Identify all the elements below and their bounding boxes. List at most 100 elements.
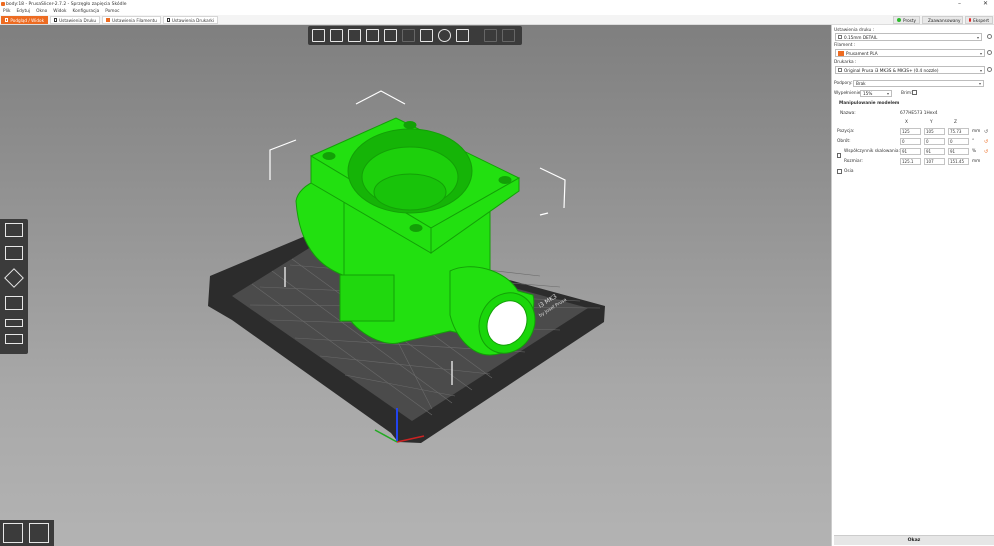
tab-bar: Podgląd / Widok Ustawienia Druku Ustawie…	[0, 15, 994, 25]
axis-z-label: Z	[954, 120, 957, 125]
arrange-icon[interactable]	[366, 29, 379, 42]
rotation-label: Obrót:	[837, 139, 851, 144]
settings-gear-icon[interactable]	[987, 50, 992, 55]
3d-view-icon[interactable]	[3, 523, 23, 543]
mode-expert-button[interactable]: Ekspert	[965, 16, 993, 24]
settings-gear-icon[interactable]	[987, 34, 992, 39]
tab-print-settings[interactable]: Ustawienia Druku	[50, 16, 100, 24]
top-toolbar	[308, 26, 522, 45]
delete-icon[interactable]	[330, 29, 343, 42]
mode-dot-icon	[969, 18, 972, 22]
chevron-down-icon: ▾	[976, 34, 979, 40]
position-z-input[interactable]: 75.73	[948, 128, 969, 135]
chevron-down-icon: ▾	[978, 81, 981, 86]
brim-label: Brim:	[901, 91, 913, 96]
tab-printer-settings[interactable]: Ustawienia Drukarki	[163, 16, 218, 24]
move-icon[interactable]	[5, 223, 23, 237]
printer-icon	[838, 68, 842, 72]
object-manipulation-title: Manipulowanie modelem	[839, 101, 900, 106]
size-y-input[interactable]: 107	[924, 158, 945, 165]
copy-icon[interactable]	[384, 29, 397, 42]
menu-window[interactable]: Okno	[36, 9, 47, 14]
printer-profile-select[interactable]: Original Prusa i3 MK3S & MK3S+ (0.4 nozz…	[835, 66, 985, 74]
size-x-input[interactable]: 125.1	[900, 158, 921, 165]
reset-icon[interactable]: ↺	[984, 129, 988, 135]
add-instance-icon[interactable]	[420, 29, 433, 42]
rotation-x-input[interactable]: 0	[900, 138, 921, 145]
object-name-value: 677HE573 1Hex4	[900, 111, 938, 116]
undo-icon[interactable]	[484, 29, 497, 42]
print-profile-select[interactable]: 0.15mm DETAIL ▾	[835, 33, 982, 41]
plater-icon	[5, 18, 9, 22]
chevron-down-icon: ▾	[979, 67, 982, 73]
filament-color-swatch[interactable]	[838, 50, 844, 56]
left-toolbar	[0, 219, 28, 354]
scale-x-input[interactable]: 91	[900, 148, 921, 155]
menu-view[interactable]: Widok	[53, 9, 66, 14]
add-object-icon[interactable]	[312, 29, 325, 42]
spool-icon	[106, 18, 110, 22]
supports-select[interactable]: Brak ▾	[853, 80, 984, 87]
gear-icon	[54, 18, 58, 22]
size-label: Rozmiar:	[844, 159, 863, 164]
rotation-z-input[interactable]: 0	[948, 138, 969, 145]
window-title: body:18 - PrusaSlicer-2.7.2 - Sprzęgło z…	[6, 1, 127, 7]
title-bar: body:18 - PrusaSlicer-2.7.2 - Sprzęgło z…	[0, 0, 994, 8]
axis-y-label: Y	[930, 120, 933, 125]
layers-icon[interactable]	[456, 29, 469, 42]
menu-configuration[interactable]: Konfiguracja	[73, 9, 100, 14]
paste-icon[interactable]	[402, 29, 415, 42]
slice-now-button[interactable]: Okaz	[834, 535, 994, 545]
filament-label: Filament :	[834, 43, 856, 48]
position-label: Pozycja:	[837, 129, 855, 134]
profile-icon	[838, 35, 842, 39]
object-name-label: Nazwa:	[840, 111, 856, 116]
printer-label: Drukarka :	[834, 60, 857, 65]
mode-advanced-button[interactable]: Zaawansowany	[922, 16, 963, 24]
mode-dot-icon	[897, 18, 901, 22]
scale-icon[interactable]	[5, 246, 23, 260]
place-on-face-icon[interactable]	[5, 296, 23, 310]
scale-y-input[interactable]: 91	[924, 148, 945, 155]
rotate-icon[interactable]	[4, 268, 24, 288]
filament-profile-select[interactable]: Prusament PLA ▾	[835, 49, 985, 57]
cut-icon[interactable]	[5, 319, 23, 327]
size-unit: mm	[972, 159, 981, 164]
reset-scale-icon[interactable]: ↺	[984, 149, 988, 155]
menu-file[interactable]: Plik	[3, 9, 10, 14]
menu-help[interactable]: Pomoc	[105, 9, 119, 14]
scale-unit: %	[972, 149, 977, 154]
search-icon[interactable]	[438, 29, 451, 42]
app-icon	[1, 1, 5, 6]
3d-viewport[interactable]: i3 MK3 by Josef Prusa	[0, 25, 831, 546]
infill-select[interactable]: 15% ▾	[860, 90, 892, 97]
position-y-input[interactable]: 105	[924, 128, 945, 135]
delete-all-icon[interactable]	[348, 29, 361, 42]
scale-z-input[interactable]: 91	[948, 148, 969, 155]
drop-checkbox[interactable]	[837, 169, 842, 174]
settings-gear-icon[interactable]	[987, 67, 992, 72]
axis-x-label: X	[905, 120, 908, 125]
tab-plater[interactable]: Podgląd / Widok	[1, 16, 48, 24]
reset-rotation-icon[interactable]: ↺	[984, 139, 988, 145]
supports-label: Podpory:	[834, 81, 853, 86]
tab-filament-settings[interactable]: Ustawienia Filamentu	[102, 16, 161, 24]
preview-layers-icon[interactable]	[29, 523, 49, 543]
brim-checkbox[interactable]	[912, 90, 917, 95]
infill-label: Wypełnienie:	[834, 91, 862, 96]
settings-sidebar: Ustawienia druku : 0.15mm DETAIL ▾ Filam…	[831, 25, 994, 546]
mode-simple-button[interactable]: Prosty	[893, 16, 920, 24]
lock-icon[interactable]	[837, 153, 841, 158]
menu-edit[interactable]: Edytuj	[16, 9, 30, 14]
rotation-y-input[interactable]: 0	[924, 138, 945, 145]
redo-icon[interactable]	[502, 29, 515, 42]
scene-canvas[interactable]: i3 MK3 by Josef Prusa	[0, 25, 831, 546]
chevron-down-icon: ▾	[979, 50, 982, 56]
close-button[interactable]: ✕	[983, 0, 988, 7]
supports-paint-icon[interactable]	[5, 334, 23, 344]
size-z-input[interactable]: 151.45	[948, 158, 969, 165]
rotation-unit: °	[972, 139, 975, 144]
position-x-input[interactable]: 125	[900, 128, 921, 135]
minimize-button[interactable]: –	[958, 0, 961, 7]
printer-icon	[167, 18, 170, 22]
